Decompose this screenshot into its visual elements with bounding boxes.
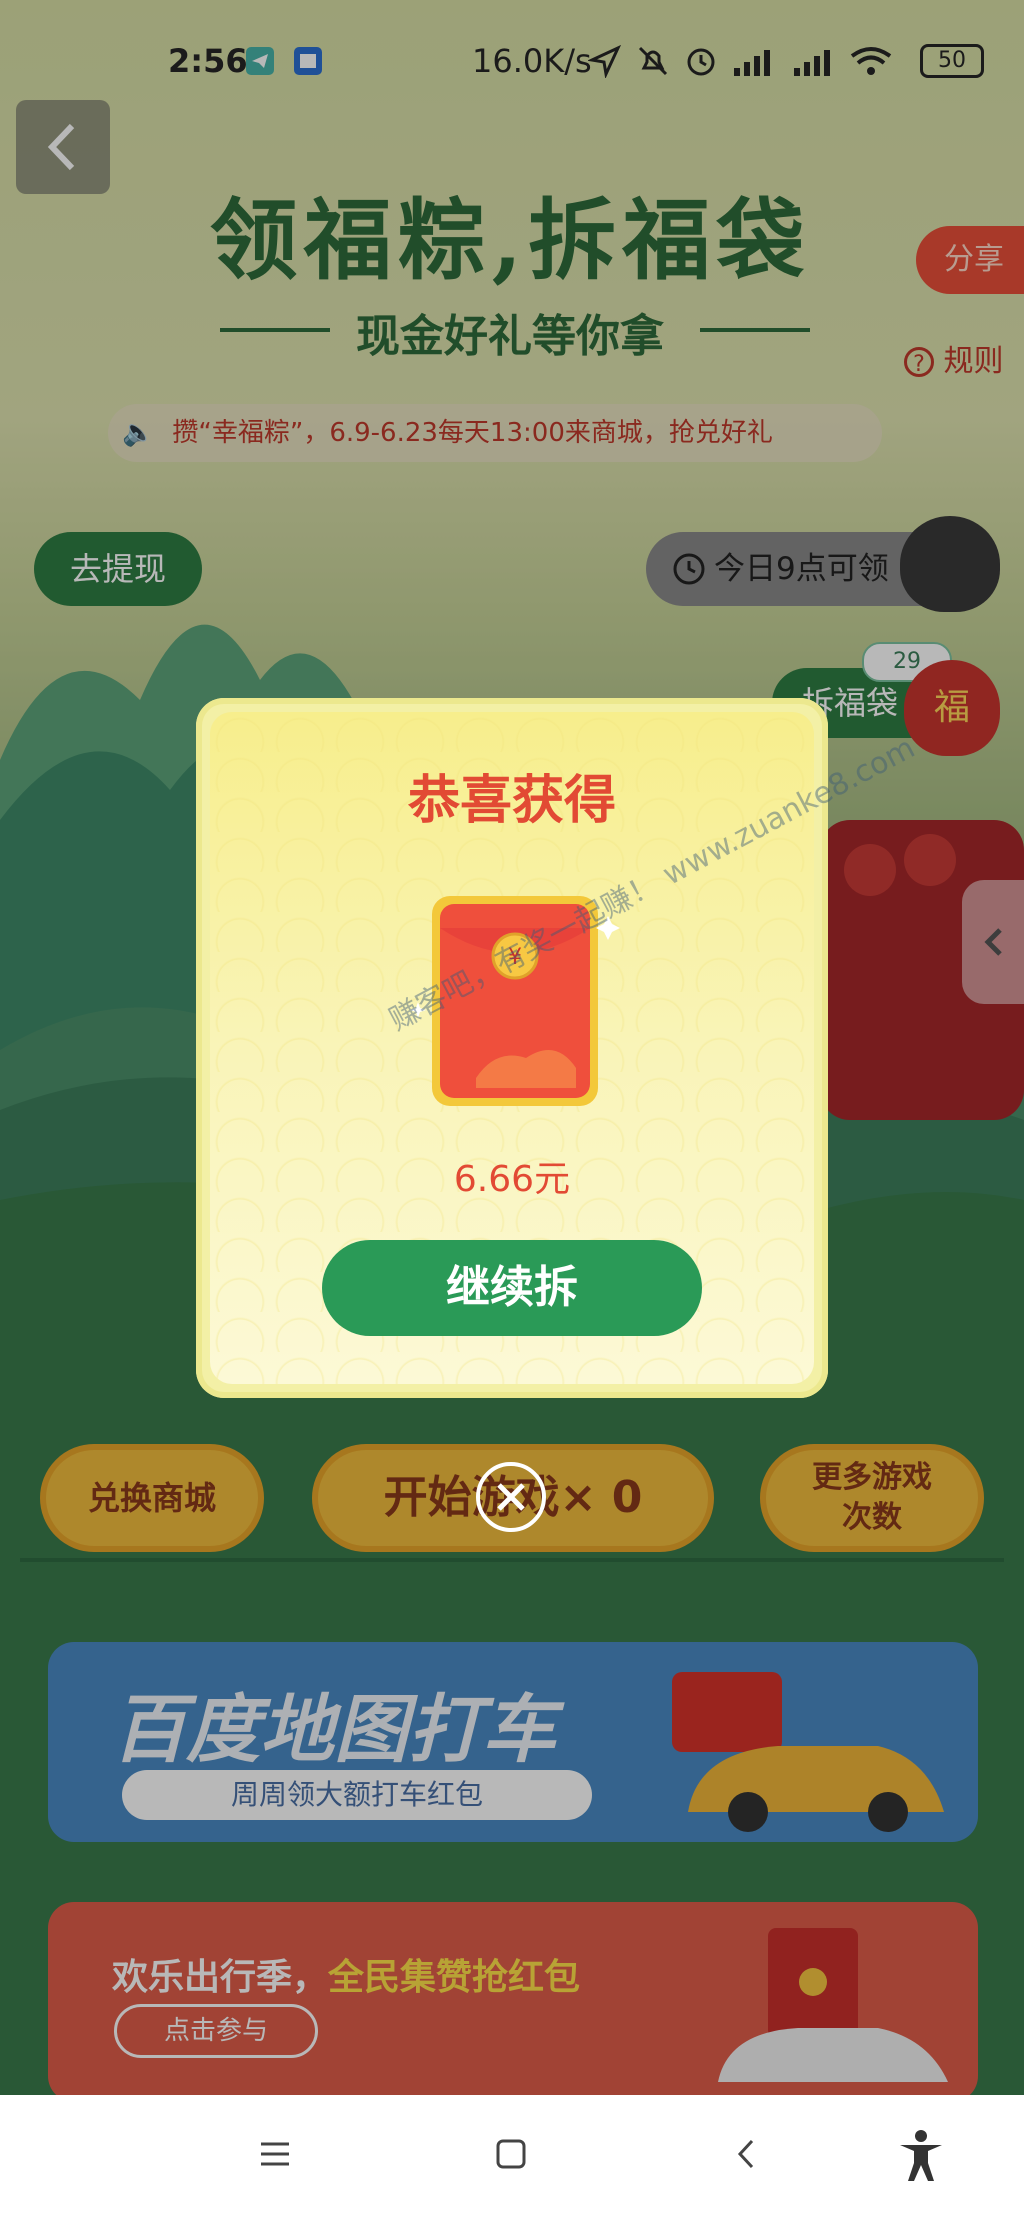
back-nav-icon[interactable] — [730, 2137, 764, 2171]
home-icon[interactable] — [494, 2137, 528, 2171]
accessibility-icon[interactable] — [896, 2129, 946, 2183]
reward-modal: 恭喜获得 ¥ 6.66元 继续拆 — [196, 698, 828, 1398]
menu-icon[interactable] — [258, 2137, 292, 2171]
close-modal-button[interactable] — [476, 1462, 546, 1532]
reward-amount: 6.66元 — [453, 1159, 571, 1200]
continue-open-button[interactable]: 继续拆 — [322, 1240, 702, 1336]
system-nav-bar — [0, 2095, 1024, 2219]
close-icon — [497, 1483, 525, 1511]
